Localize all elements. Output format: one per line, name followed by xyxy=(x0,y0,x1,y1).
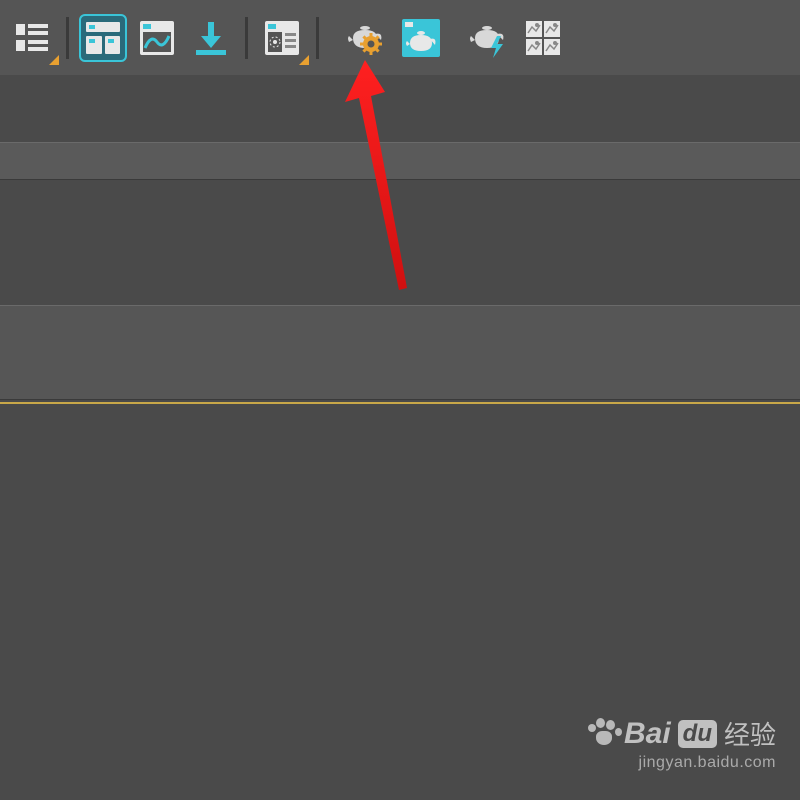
flyout-indicator-icon xyxy=(49,55,59,65)
curve-editor-icon xyxy=(137,18,177,58)
panel-band-bottom xyxy=(0,305,800,400)
watermark-url: jingyan.baidu.com xyxy=(586,754,776,772)
watermark-suffix-text: 经验 xyxy=(724,715,776,752)
viewport-grid-button[interactable] xyxy=(519,14,567,62)
layout-list-icon xyxy=(12,18,52,58)
material-editor-button[interactable] xyxy=(343,14,391,62)
paw-icon xyxy=(586,718,620,746)
panel-layout-button[interactable] xyxy=(79,14,127,62)
layout-list-button[interactable] xyxy=(8,14,56,62)
download-icon xyxy=(191,18,231,58)
teapot-quick-render-icon xyxy=(467,18,511,58)
render-setup-button[interactable] xyxy=(258,14,306,62)
toolbar-separator xyxy=(245,17,248,59)
panel-layout-icon xyxy=(83,18,123,58)
curve-editor-button[interactable] xyxy=(133,14,181,62)
teapot-material-icon xyxy=(345,18,389,58)
toolbar-separator xyxy=(316,17,319,59)
render-setup-icon xyxy=(262,18,302,58)
watermark-brand-box: du xyxy=(678,720,717,748)
timeline-marker-line xyxy=(0,402,800,404)
render-frame-button[interactable] xyxy=(397,14,445,62)
watermark-brand-text: Bai xyxy=(624,717,671,751)
annotation-arrow-icon xyxy=(345,60,425,300)
flyout-indicator-icon xyxy=(299,55,309,65)
toolbar-separator xyxy=(66,17,69,59)
panel-band-top xyxy=(0,142,800,180)
watermark: Baidu经验 jingyan.baidu.com xyxy=(586,715,776,772)
quick-render-button[interactable] xyxy=(465,14,513,62)
watermark-logo: Baidu经验 xyxy=(586,715,776,752)
main-toolbar xyxy=(0,0,800,75)
download-button[interactable] xyxy=(187,14,235,62)
teapot-render-icon xyxy=(400,17,442,59)
viewport-grid-icon xyxy=(523,18,563,58)
